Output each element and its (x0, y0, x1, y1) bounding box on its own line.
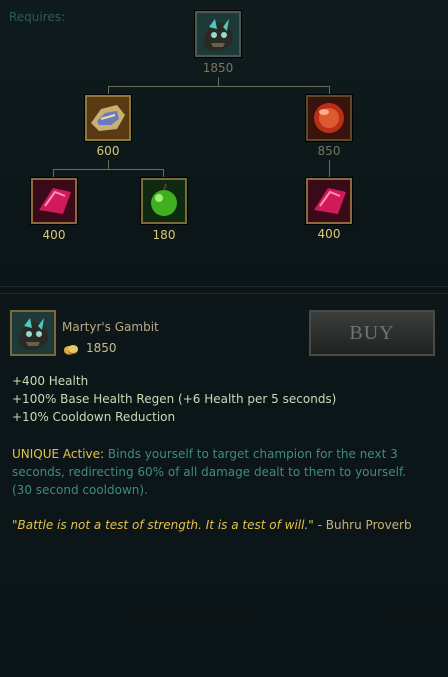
recipe-item-leaf-1[interactable] (31, 178, 77, 224)
tree-connector (108, 86, 109, 95)
tree-connector (108, 160, 109, 169)
recipe-item-left[interactable] (85, 95, 131, 141)
stat-cooldown: +10% Cooldown Reduction (12, 410, 176, 424)
armored-gauntlet-icon (87, 97, 129, 139)
active-label: UNIQUE Active: (12, 447, 105, 461)
leaf3-cost: 400 (317, 227, 341, 241)
leaf2-cost: 180 (152, 228, 176, 242)
tree-connector (218, 77, 219, 86)
requires-label: Requires: (9, 10, 66, 24)
recipe-item-leaf-2[interactable] (141, 178, 187, 224)
tree-connector (329, 160, 330, 178)
left-cost: 600 (96, 144, 120, 158)
tree-connector (329, 86, 330, 95)
ruby-crystal-icon (308, 180, 350, 222)
recipe-item-right[interactable] (306, 95, 352, 141)
item-cost: 1850 (86, 341, 117, 355)
selected-item-icon (10, 310, 56, 356)
recipe-item-leaf-3[interactable] (306, 178, 352, 224)
root-cost: 1850 (202, 61, 234, 75)
item-quote: "Battle is not a test of strength. It is… (12, 518, 412, 532)
item-name: Martyr's Gambit (62, 320, 159, 334)
quote-author: - Buhru Proverb (313, 518, 412, 532)
recipe-tree-panel: Requires: 1850 600 850 400 180 400 (0, 0, 448, 287)
tree-connector (53, 169, 164, 170)
ruby-crystal-icon (33, 180, 75, 222)
gold-coin-icon (64, 345, 78, 355)
leaf1-cost: 400 (42, 228, 66, 242)
quote-text: "Battle is not a test of strength. It is… (12, 518, 314, 532)
buy-button[interactable]: BUY (309, 310, 435, 356)
martyrs-gambit-icon (197, 13, 239, 55)
recipe-root-item[interactable] (195, 11, 241, 57)
martyrs-gambit-icon (12, 312, 54, 354)
stat-health: +400 Health (12, 374, 89, 388)
tree-connector (53, 169, 54, 178)
red-orb-icon (308, 97, 350, 139)
right-cost: 850 (317, 144, 341, 158)
active-description: UNIQUE Active: Binds yourself to target … (12, 445, 412, 499)
tree-connector (163, 169, 164, 178)
tree-connector (108, 86, 330, 87)
green-apple-icon (143, 180, 185, 222)
stat-health-regen: +100% Base Health Regen (+6 Health per 5… (12, 392, 337, 406)
